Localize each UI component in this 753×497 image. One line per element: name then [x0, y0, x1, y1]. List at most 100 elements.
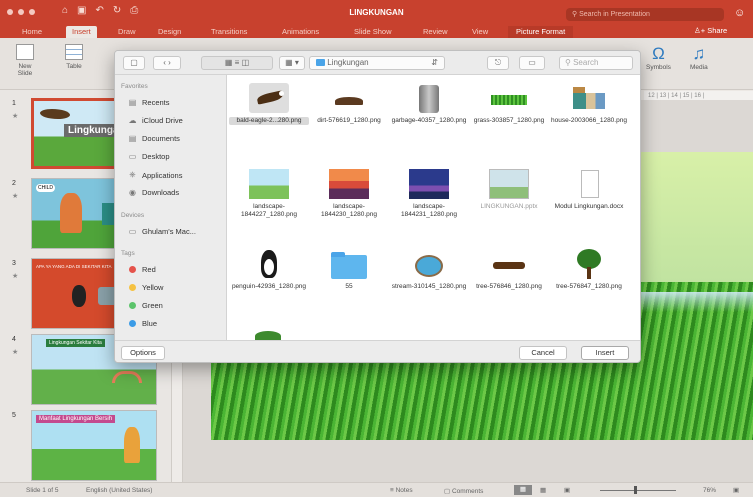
sidebar-toggle-icon[interactable]: ▢ — [123, 56, 145, 70]
sidebar-tag-yellow[interactable]: Yellow — [127, 283, 163, 292]
file-item[interactable]: Modul Lingkungan.docx — [549, 169, 629, 211]
house-thumbnail — [569, 83, 609, 113]
file-browser[interactable]: bald-eagle-2...280.png dirt-576619_1280.… — [227, 75, 640, 340]
tree-thumbnail — [569, 249, 609, 279]
back-forward-buttons[interactable]: ‹ › — [153, 56, 181, 70]
notes-button[interactable]: ≡ Notes — [390, 487, 413, 494]
table-button[interactable]: Table — [65, 44, 83, 70]
file-item[interactable]: 55 — [309, 249, 389, 291]
omega-icon: Ω — [652, 44, 665, 63]
sidebar-item-documents[interactable]: ▤ Documents — [127, 134, 180, 143]
insert-button[interactable]: Insert — [581, 346, 629, 360]
share-button[interactable]: ♙+ Share — [694, 26, 727, 35]
symbols-button[interactable]: Ω Symbols — [646, 44, 671, 71]
star-icon: ★ — [12, 273, 19, 280]
slide-count: Slide 1 of 5 — [26, 487, 59, 494]
sidebar-item-recents[interactable]: ▤ Recents — [127, 98, 170, 107]
zoom-slider[interactable] — [600, 490, 676, 491]
tab-insert[interactable]: Insert — [66, 26, 97, 38]
file-item[interactable]: garbage-40357_1280.png — [389, 83, 469, 125]
file-name: 55 — [345, 283, 353, 290]
sidebar-item-icloud-drive[interactable]: ☁ iCloud Drive — [127, 116, 183, 125]
finder-sidebar: Favorites ▤ Recents ☁ iCloud Drive ▤ Docume… — [115, 75, 227, 340]
slide-heading: Manfaat Lingkungan Bersih — [36, 415, 116, 423]
yellow-tag-dot — [129, 284, 136, 291]
new-slide-button[interactable]: New Slide — [14, 44, 36, 77]
share-label: Share — [707, 26, 728, 35]
file-item[interactable]: LINGKUNGAN.pptx — [469, 169, 549, 211]
star-icon: ★ — [12, 349, 19, 356]
dialog-search-placeholder: Search — [573, 58, 599, 67]
sidebar-tag-red[interactable]: Red — [127, 265, 156, 274]
recents-icon: ▤ — [128, 98, 137, 107]
chevron-left-icon[interactable]: ‹ — [163, 58, 166, 67]
options-button[interactable]: Options — [121, 346, 165, 360]
dialog-toolbar: ▢ ‹ › ▦ ≡ ◫ ▦ ▾ Lingkungan ⇵ ⎋ ▭ ⚲ Searc… — [115, 51, 640, 75]
tab-slide-show[interactable]: Slide Show — [354, 26, 392, 38]
icon-view-icon[interactable]: ▦ — [225, 58, 233, 67]
column-view-icon[interactable]: ◫ — [242, 58, 250, 67]
file-item[interactable]: landscape-1844227_1280.png — [229, 169, 309, 219]
trash-can-thumbnail — [409, 83, 449, 113]
tab-picture-format[interactable]: Picture Format — [508, 26, 574, 38]
file-item[interactable]: landscape-1844230_1280.png — [309, 169, 389, 219]
dialog-search-input[interactable]: ⚲ Search — [559, 56, 633, 70]
notes-label: Notes — [395, 487, 413, 494]
comments-button[interactable]: ▢ Comments — [444, 487, 483, 495]
location-label: Lingkungan — [327, 58, 369, 67]
zoom-level: 76% — [703, 487, 717, 494]
cancel-button[interactable]: Cancel — [519, 346, 567, 360]
media-button[interactable]: ♫ Media — [690, 44, 708, 71]
chevron-right-icon[interactable]: › — [168, 58, 171, 67]
tab-review[interactable]: Review — [423, 26, 448, 38]
search-presentation-input[interactable]: ⚲ Search in Presentation — [566, 8, 724, 21]
sidebar-item-mac[interactable]: ▭ Ghulam's Mac... — [127, 227, 196, 236]
file-item[interactable]: tree-576847_1280.png — [549, 249, 629, 291]
tab-transitions[interactable]: Transitions — [211, 26, 247, 38]
file-item[interactable]: penguin-42936_1280.png — [229, 249, 309, 291]
file-item[interactable]: bald-eagle-2...280.png — [229, 83, 309, 125]
list-view-icon[interactable]: ≡ — [235, 58, 240, 67]
documents-icon: ▤ — [128, 134, 137, 143]
file-item[interactable]: house-2003066_1280.png — [549, 83, 629, 125]
file-name: house-2003066_1280.png — [551, 117, 627, 124]
folder-icon — [329, 249, 369, 279]
dirt-thumbnail — [329, 83, 369, 113]
tag-icon[interactable]: ▭ — [519, 56, 545, 70]
location-popup[interactable]: Lingkungan ⇵ — [309, 56, 445, 70]
music-note-icon: ♫ — [692, 44, 706, 63]
view-mode-segment[interactable]: ▦ ≡ ◫ — [201, 56, 273, 70]
tab-home[interactable]: Home — [22, 26, 42, 38]
file-item[interactable]: stream-310145_1280.png — [389, 249, 469, 291]
slide-thumbnail-5[interactable]: Manfaat Lingkungan Bersih — [31, 410, 157, 481]
share-icon[interactable]: ⎋ — [487, 56, 509, 70]
sidebar-tag-green[interactable]: Green — [127, 301, 163, 310]
slide-sorter-icon[interactable]: ▦ — [540, 486, 546, 494]
file-name: grass-303857_1280.png — [473, 117, 545, 124]
file-item[interactable]: landscape-1844231_1280.png — [389, 169, 469, 219]
child-graphic — [60, 193, 82, 233]
file-item[interactable]: grass-303857_1280.png — [469, 83, 549, 125]
file-item[interactable]: dirt-576619_1280.png — [309, 83, 389, 125]
file-item[interactable]: tree-576846_1280.png — [469, 249, 549, 291]
file-name: tree-576846_1280.png — [476, 283, 542, 290]
eagle-thumbnail — [249, 83, 289, 113]
tab-animations[interactable]: Animations — [282, 26, 319, 38]
file-name: tree-576847_1280.png — [556, 283, 622, 290]
reading-view-icon[interactable]: ▣ — [564, 486, 570, 494]
sidebar-item-downloads[interactable]: ◉ Downloads — [127, 188, 179, 197]
tab-draw[interactable]: Draw — [118, 26, 136, 38]
arrange-button[interactable]: ▦ ▾ — [279, 56, 305, 70]
file-name: stream-310145_1280.png — [391, 283, 467, 290]
sidebar-item-desktop[interactable]: ▭ Desktop — [127, 152, 170, 161]
normal-view-icon[interactable]: ▦ — [514, 485, 532, 495]
fit-to-window-icon[interactable]: ▣ — [733, 486, 739, 494]
table-label: Table — [66, 63, 82, 70]
zoom-slider-thumb[interactable] — [634, 486, 637, 494]
sidebar-item-applications[interactable]: ⎈ Applications — [127, 170, 182, 180]
tab-design[interactable]: Design — [158, 26, 181, 38]
smiley-feedback-icon[interactable]: ☺ — [734, 7, 745, 19]
sidebar-tag-blue[interactable]: Blue — [127, 319, 157, 328]
language-status[interactable]: English (United States) — [86, 487, 152, 494]
tab-view[interactable]: View — [472, 26, 488, 38]
